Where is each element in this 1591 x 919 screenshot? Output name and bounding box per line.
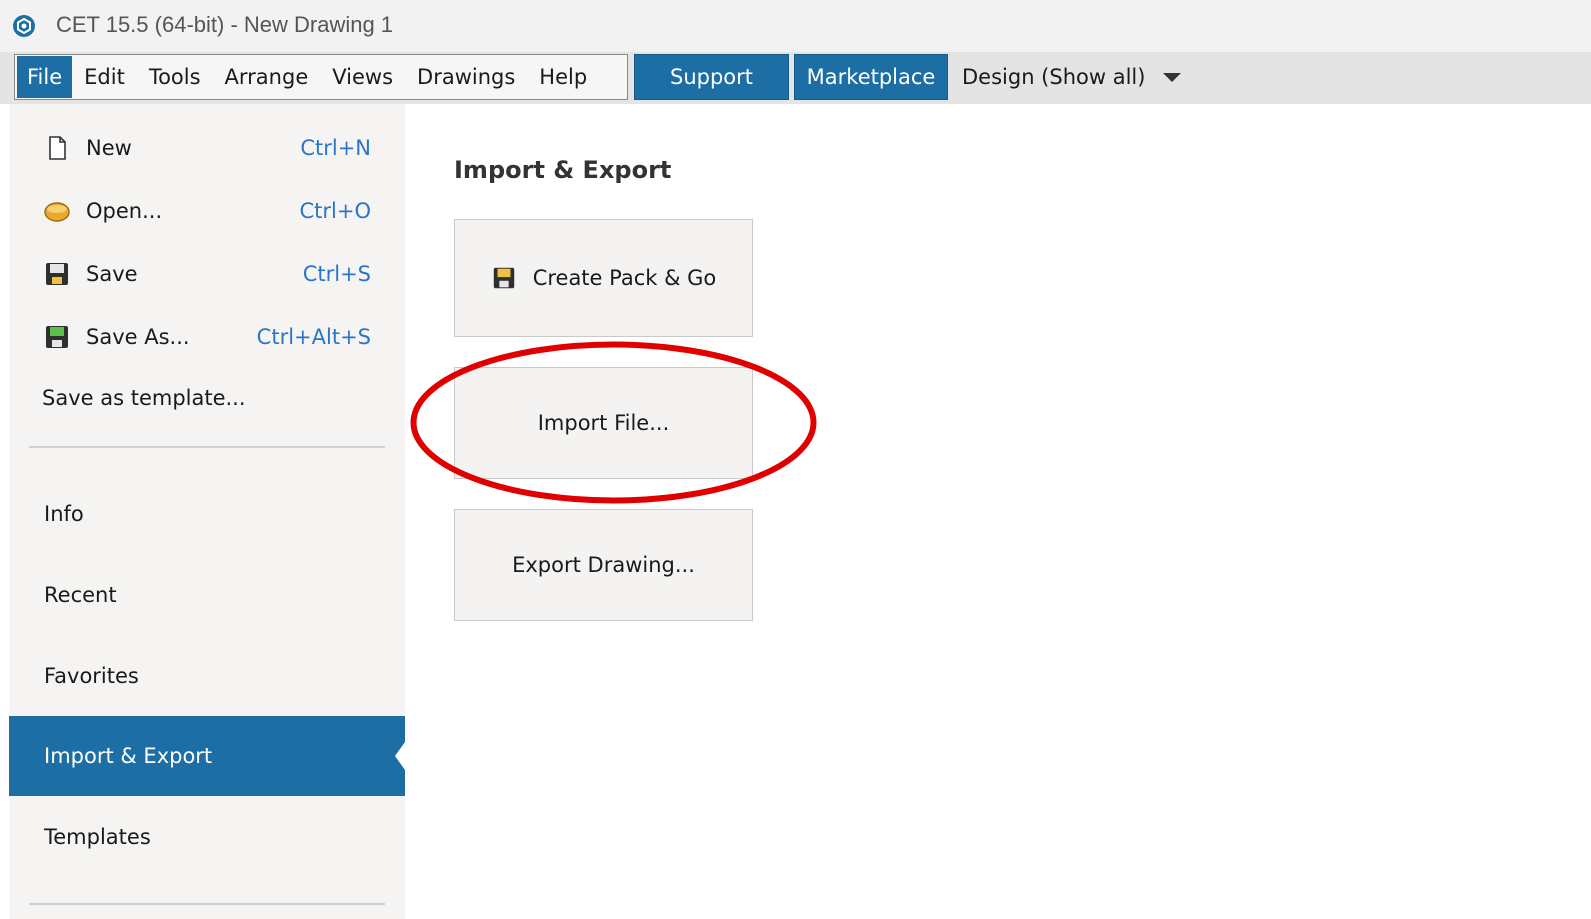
open-command[interactable]: Open... Ctrl+O bbox=[9, 186, 405, 236]
nav-item-info[interactable]: Info bbox=[9, 474, 405, 554]
nav-item-recent[interactable]: Recent bbox=[9, 555, 405, 635]
support-button[interactable]: Support bbox=[634, 54, 789, 100]
design-dropdown-label: Design (Show all) bbox=[962, 65, 1146, 89]
page-title: Import & Export bbox=[454, 156, 672, 184]
caret-down-icon bbox=[1163, 72, 1182, 82]
new-shortcut: Ctrl+N bbox=[300, 136, 371, 160]
window-title: CET 15.5 (64-bit) - New Drawing 1 bbox=[56, 12, 394, 37]
design-dropdown[interactable]: Design (Show all) bbox=[962, 62, 1182, 92]
nav-item-info-label: Info bbox=[44, 502, 84, 526]
menu-tools[interactable]: Tools bbox=[137, 56, 213, 98]
save-as-template-command[interactable]: Save as template... bbox=[9, 373, 405, 423]
export-drawing-button[interactable]: Export Drawing... bbox=[454, 509, 753, 621]
menu-help[interactable]: Help bbox=[527, 56, 599, 98]
nav-item-templates-label: Templates bbox=[44, 825, 151, 849]
new-label: New bbox=[86, 136, 132, 160]
save-shortcut: Ctrl+S bbox=[302, 262, 371, 286]
import-file-button[interactable]: Import File... bbox=[454, 367, 753, 479]
cet-logo-icon bbox=[13, 15, 35, 37]
sidebar-divider bbox=[29, 446, 385, 448]
open-shortcut: Ctrl+O bbox=[299, 199, 372, 223]
sidebar-divider-bottom bbox=[29, 903, 385, 905]
save-disk-icon bbox=[493, 267, 514, 289]
nav-item-import-export[interactable]: Import & Export bbox=[9, 716, 405, 796]
menu-file[interactable]: File bbox=[17, 56, 73, 98]
save-as-label: Save As... bbox=[86, 325, 190, 349]
nav-item-recent-label: Recent bbox=[44, 583, 117, 607]
create-pack-and-go-button[interactable]: Create Pack & Go bbox=[454, 219, 753, 337]
marketplace-button[interactable]: Marketplace bbox=[794, 54, 948, 100]
menu-arrange[interactable]: Arrange bbox=[213, 56, 321, 98]
open-label: Open... bbox=[86, 199, 163, 223]
open-folder-icon bbox=[44, 202, 70, 222]
file-backstage-sidebar: New Ctrl+N Open... Ctrl+O Save Ctrl+S Sa… bbox=[9, 104, 405, 919]
create-pack-and-go-label: Create Pack & Go bbox=[532, 266, 717, 290]
title-bar: CET 15.5 (64-bit) - New Drawing 1 bbox=[0, 0, 1591, 52]
save-as-command[interactable]: Save As... Ctrl+Alt+S bbox=[9, 312, 405, 362]
new-command[interactable]: New Ctrl+N bbox=[9, 123, 405, 173]
main-menu: File Edit Tools Arrange Views Drawings H… bbox=[14, 54, 628, 100]
nav-item-favorites[interactable]: Favorites bbox=[9, 636, 405, 716]
export-drawing-label: Export Drawing... bbox=[512, 553, 695, 577]
menu-edit[interactable]: Edit bbox=[72, 56, 137, 98]
save-disk-icon bbox=[46, 263, 68, 285]
save-as-template-label: Save as template... bbox=[42, 386, 246, 410]
save-as-disk-icon bbox=[46, 326, 68, 348]
nav-item-templates[interactable]: Templates bbox=[9, 797, 405, 877]
save-label: Save bbox=[86, 262, 138, 286]
menu-bar: File Edit Tools Arrange Views Drawings H… bbox=[0, 52, 1591, 104]
new-document-icon bbox=[49, 136, 66, 160]
import-file-label: Import File... bbox=[537, 411, 670, 435]
save-as-shortcut: Ctrl+Alt+S bbox=[256, 325, 371, 349]
save-command[interactable]: Save Ctrl+S bbox=[9, 249, 405, 299]
menu-views[interactable]: Views bbox=[320, 56, 405, 98]
nav-item-import-export-label: Import & Export bbox=[44, 744, 213, 768]
menu-drawings[interactable]: Drawings bbox=[405, 56, 527, 98]
nav-item-favorites-label: Favorites bbox=[44, 664, 139, 688]
